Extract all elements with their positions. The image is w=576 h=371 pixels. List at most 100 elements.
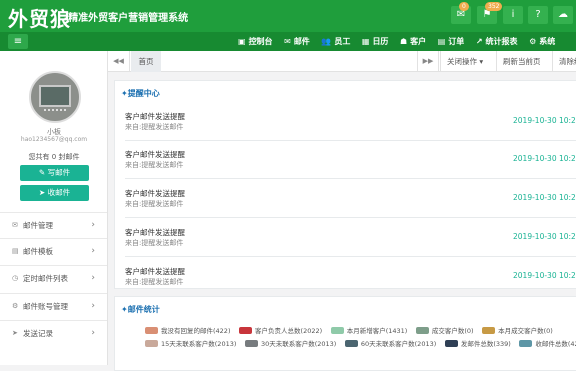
nav-item-system[interactable]: ⚙ 系统 xyxy=(529,32,555,51)
receive-mail-label: 收邮件 xyxy=(47,188,71,197)
legend-item[interactable]: 我没有回复的邮件(422) xyxy=(145,325,230,335)
template-icon: ▤ xyxy=(12,247,19,255)
message-source: 来自:提醒发送邮件 xyxy=(125,278,184,286)
close-operations-label: 关闭操作 xyxy=(447,57,477,66)
legend-item[interactable]: 30天未联系客户数(2013) xyxy=(244,338,337,348)
legend-swatch xyxy=(519,340,533,347)
list-item[interactable]: 客户邮件发送提醒 来自:提醒发送邮件 2019-10-30 10:22:54 xyxy=(125,185,576,218)
legend-item[interactable]: 成交客户数(0) xyxy=(415,325,474,335)
tab-scroll-left-button[interactable]: ◀◀ xyxy=(108,51,130,72)
message-title: 客户邮件发送提醒 xyxy=(125,150,185,159)
account-gear-icon: ⚙ xyxy=(12,302,19,310)
double-chevron-left-icon: ◀◀ xyxy=(113,57,124,65)
message-title: 客户邮件发送提醒 xyxy=(125,267,185,276)
nav-item-reports[interactable]: ↗ 统计报表 xyxy=(476,32,518,51)
nav-item-dashboard[interactable]: ▣ 控制台 xyxy=(238,32,273,51)
header-mail-button[interactable]: ✉ 0 xyxy=(451,2,471,24)
message-time: 2019-10-30 10:22:54 xyxy=(513,232,576,241)
nav-item-label: 订单 xyxy=(448,37,465,46)
header-info-button[interactable]: i xyxy=(503,6,523,24)
legend-swatch xyxy=(344,340,358,347)
legend-item[interactable]: 收邮件总数(425) xyxy=(519,338,576,348)
legend-label: 我没有回复的邮件(422) xyxy=(161,327,231,335)
legend-label: 成交客户数(0) xyxy=(431,327,474,335)
nav-item-order[interactable]: ▤ 订单 xyxy=(438,32,465,51)
header-notify-button[interactable]: ⚑ 352 xyxy=(477,2,503,24)
close-operations-dropdown[interactable]: 关闭操作 ▾ xyxy=(440,51,489,72)
main-navbar: ≡ ▣ 控制台 ✉ 邮件 👥 员工 ▦ 日历 ☗ 客户 ▤ 订单 ↗ 统计报表 ⚙ 系统 xyxy=(0,32,576,51)
header-download-button[interactable]: ☁ xyxy=(553,6,573,24)
help-icon: ? xyxy=(535,9,541,20)
list-item[interactable]: 客户邮件发送提醒 来自:提醒发送邮件 2019-10-30 10:22:54 xyxy=(125,263,576,296)
write-mail-label: 写邮件 xyxy=(47,168,71,177)
stats-legend-row-2: 15天未联系客户数(2013) 30天未联系客户数(2013) 60天未联系客户… xyxy=(145,338,576,348)
write-mail-button[interactable]: ✎ 写邮件 xyxy=(20,165,89,181)
app-slogan: -精准外贸客户营销管理系统 xyxy=(64,13,189,24)
legend-label: 本月新增客户(1431) xyxy=(346,327,408,335)
nav-item-staff[interactable]: 👥 员工 xyxy=(321,32,350,51)
legend-item[interactable]: 客户负责人总数(2022) xyxy=(239,325,322,335)
legend-item[interactable]: 本月成交客户数(0) xyxy=(482,325,553,335)
notify-badge: 352 xyxy=(485,2,503,11)
sidebar-item-templates[interactable]: ▤ 邮件模板 › xyxy=(0,238,107,264)
menu-toggle-button[interactable]: ≡ xyxy=(8,34,28,49)
double-chevron-right-icon: ▶▶ xyxy=(422,57,434,65)
sidebar-item-label: 发送记录 xyxy=(23,329,53,338)
list-item[interactable]: 客户邮件发送提醒 来自:提醒发送邮件 2019-10-30 10:22:54 xyxy=(125,224,576,257)
message-source: 来自:提醒发送邮件 xyxy=(125,239,184,247)
reminder-title: ✦提醒中心 xyxy=(121,88,160,99)
legend-label: 30天未联系客户数(2013) xyxy=(260,340,337,348)
nav-item-customer[interactable]: ☗ 客户 xyxy=(400,32,426,51)
legend-swatch xyxy=(444,340,458,347)
clear-cache-button[interactable]: 清除缓 xyxy=(552,51,576,72)
order-icon: ▤ xyxy=(437,37,446,46)
hamburger-icon: ≡ xyxy=(13,36,23,47)
reminder-title-text: 提醒中心 xyxy=(127,89,160,98)
legend-item[interactable]: 15天未联系客户数(2013) xyxy=(145,338,236,348)
message-time: 2019-10-30 10:22:54 xyxy=(513,271,576,280)
avatar-decoration xyxy=(44,109,66,113)
message-time: 2019-10-30 10:22:54 xyxy=(513,154,576,163)
chevron-right-icon: › xyxy=(91,301,95,311)
caret-down-icon: ▾ xyxy=(477,57,484,66)
header-help-button[interactable]: ? xyxy=(528,6,548,24)
avatar[interactable] xyxy=(29,71,81,123)
legend-item[interactable]: 发邮件总数(339) xyxy=(444,338,511,348)
legend-swatch xyxy=(415,327,429,334)
clock-icon: ◷ xyxy=(12,274,19,282)
message-title: 客户邮件发送提醒 xyxy=(125,189,185,198)
sidebar-item-label: 邮件管理 xyxy=(23,221,53,230)
sidebar-item-label: 邮件账号管理 xyxy=(23,302,68,311)
message-title: 客户邮件发送提醒 xyxy=(125,112,185,121)
sidebar-item-mail-manage[interactable]: ✉ 邮件管理 › xyxy=(0,212,107,238)
message-source: 来自:提醒发送邮件 xyxy=(125,123,184,131)
list-item[interactable]: 客户邮件发送提醒 来自:提醒发送邮件 2019-10-30 10:22:54 xyxy=(125,146,576,179)
tab-home[interactable]: 首页 xyxy=(131,51,161,72)
nav-item-label: 统计报表 xyxy=(485,37,518,46)
legend-item[interactable]: 60天未联系客户数(2013) xyxy=(344,338,436,348)
sidebar-item-accounts[interactable]: ⚙ 邮件账号管理 › xyxy=(0,293,107,319)
legend-label: 客户负责人总数(2022) xyxy=(255,327,323,335)
sidebar-item-scheduled[interactable]: ◷ 定时邮件列表 › xyxy=(0,265,107,291)
receive-mail-button[interactable]: ➤ 收邮件 xyxy=(20,185,89,201)
refresh-current-button[interactable]: 刷新当前页 xyxy=(496,51,547,72)
legend-item[interactable]: 本月新增客户(1431) xyxy=(330,325,408,335)
nav-item-label: 控制台 xyxy=(248,37,273,46)
sidebar-item-send-log[interactable]: ➤ 发送记录 › xyxy=(0,320,107,346)
nav-item-label: 客户 xyxy=(410,37,427,46)
legend-swatch xyxy=(244,340,258,347)
envelope-icon: ✉ xyxy=(284,37,291,46)
customer-icon: ☗ xyxy=(399,37,408,46)
tab-scroll-right-button[interactable]: ▶▶ xyxy=(417,51,439,72)
calendar-icon: ▦ xyxy=(361,37,370,46)
nav-item-label: 系统 xyxy=(539,37,556,46)
message-source: 来自:提醒发送邮件 xyxy=(125,161,184,169)
nav-item-mail[interactable]: ✉ 邮件 xyxy=(284,32,310,51)
legend-label: 15天未联系客户数(2013) xyxy=(161,340,237,348)
list-item[interactable]: 客户邮件发送提醒 来自:提醒发送邮件 2019-10-30 10:22:54 xyxy=(125,108,576,141)
sidebar: 小板 hao1234567@qq.com 您共有 0 封邮件 ✎ 写邮件 ➤ 收… xyxy=(0,51,108,365)
dashboard-icon: ▣ xyxy=(238,37,246,46)
nav-item-label: 邮件 xyxy=(293,37,310,46)
nav-item-label: 日历 xyxy=(372,37,389,46)
nav-item-calendar[interactable]: ▦ 日历 xyxy=(362,32,389,51)
